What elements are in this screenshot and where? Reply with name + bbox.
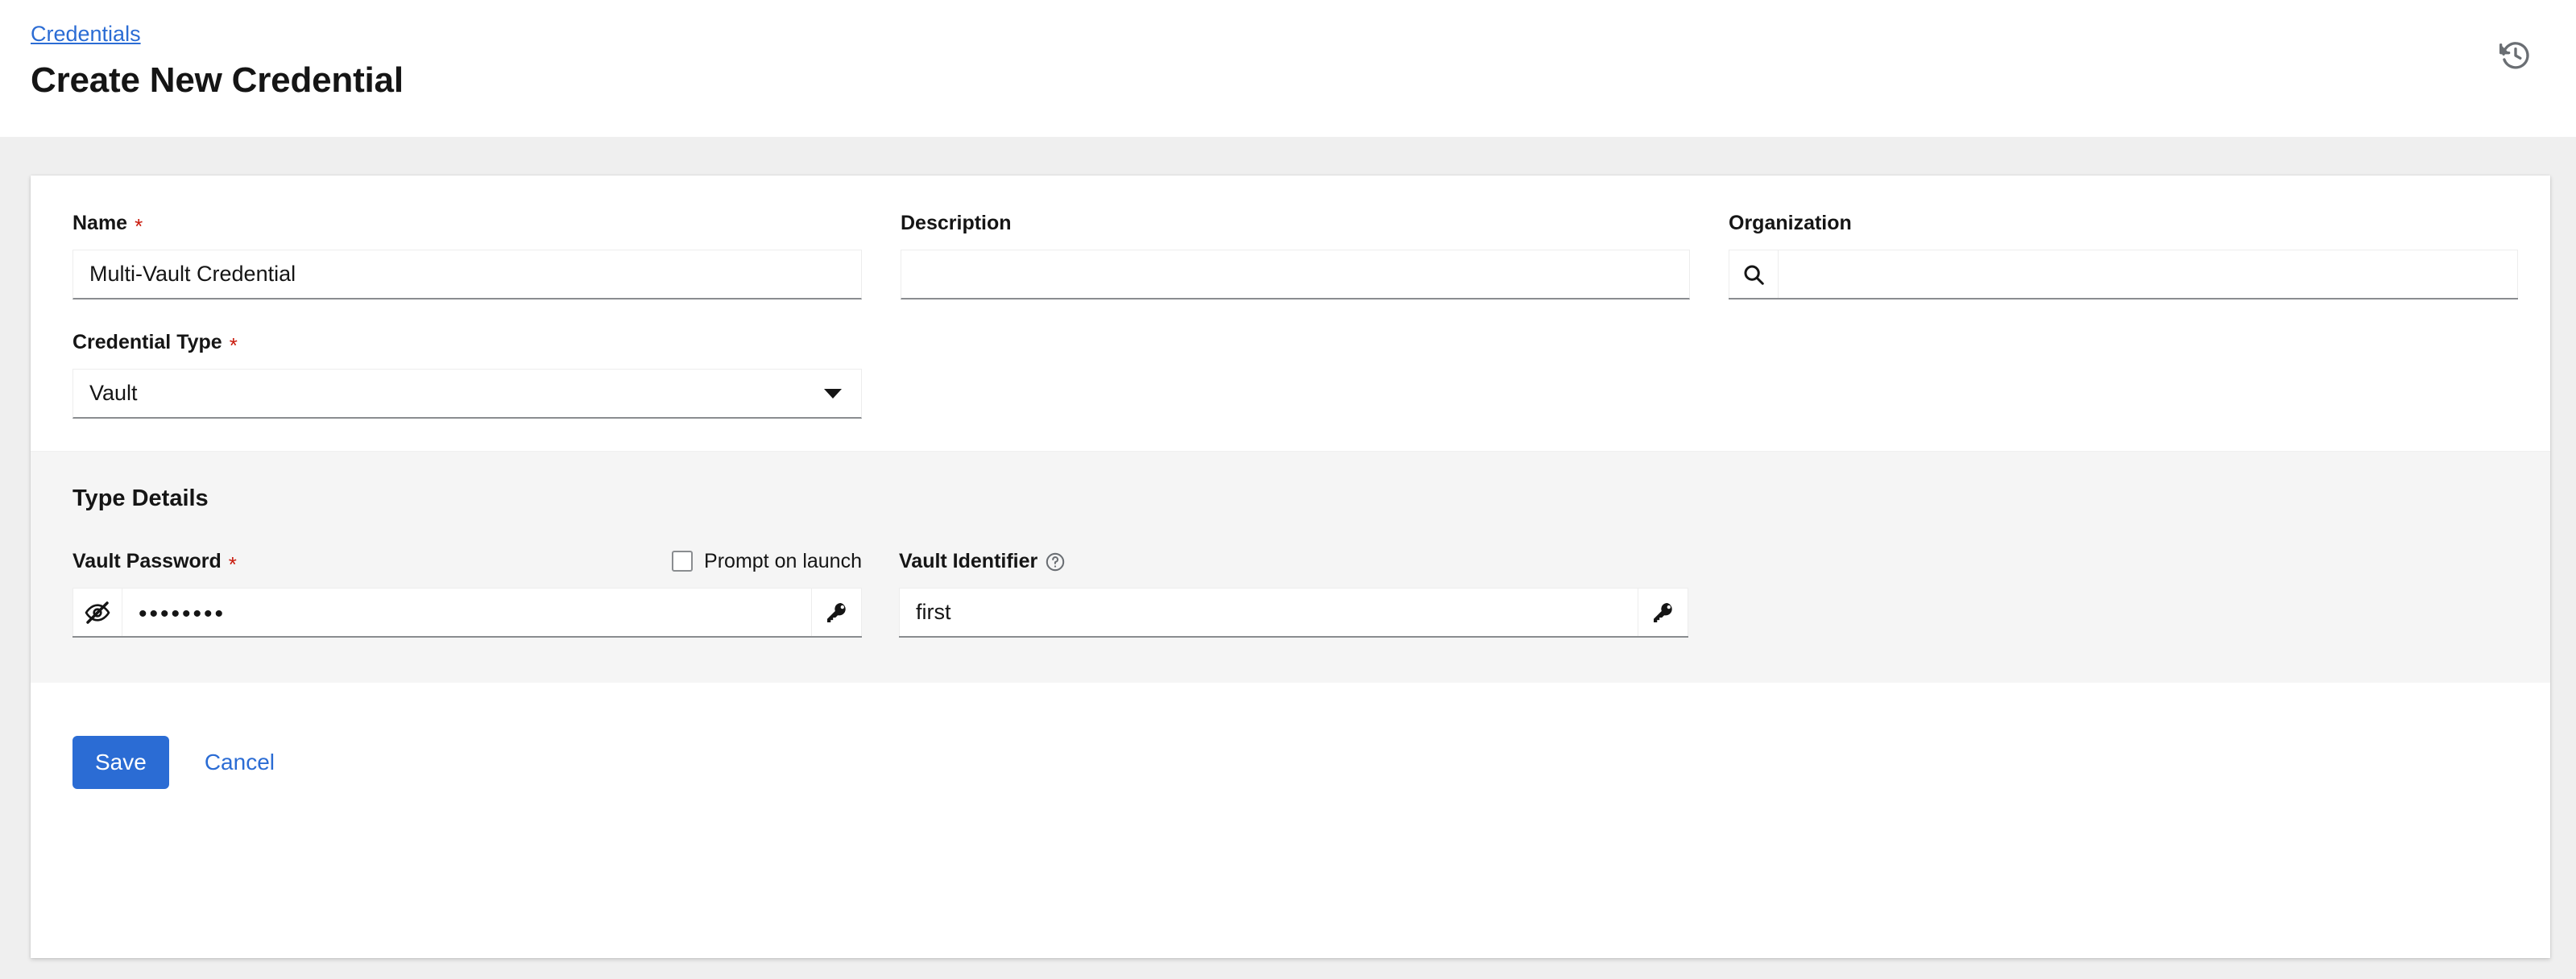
vault-password-label: Vault Password [72,551,222,572]
save-button[interactable]: Save [72,736,169,789]
prompt-on-launch-label: Prompt on launch [704,551,862,572]
field-group-organization: Organization [1729,211,2518,299]
type-details-title: Type Details [72,485,2508,512]
vault-password-value: •••••••• [139,602,226,626]
name-label-row: Name * [72,211,862,235]
field-group-name: Name * Multi-Vault Credential [72,211,862,299]
organization-input[interactable] [1779,250,2518,298]
credential-type-label-row: Credential Type * [72,330,862,354]
search-icon [1741,262,1766,287]
history-icon[interactable] [2494,34,2537,77]
credential-type-selected-value: Vault [89,381,138,406]
vault-password-input-group: •••••••• [72,588,862,638]
organization-label-row: Organization [1729,211,2518,235]
field-group-credential-type: Credential Type * Vault [72,330,862,419]
description-label: Description [901,213,1012,233]
form-action-bar: Save Cancel [31,683,2550,789]
vault-identifier-label: Vault Identifier [899,551,1037,572]
form-row-1: Name * Multi-Vault Credential Descriptio… [72,211,2508,299]
question-circle-icon[interactable] [1045,551,1066,572]
credential-type-label: Credential Type [72,333,222,353]
vault-identifier-key-button[interactable] [1638,588,1688,636]
field-group-vault-identifier: Vault Identifier [899,549,1688,638]
organization-input-group [1729,250,2518,299]
page-header: Credentials Create New Credential [0,0,2576,137]
chevron-down-icon [824,389,842,399]
vault-identifier-input-group: first [899,588,1688,638]
credential-type-select[interactable]: Vault [72,369,862,419]
prompt-on-launch-checkbox[interactable] [672,551,693,572]
type-details-panel: Type Details Vault Password * Prompt on … [31,451,2550,683]
key-icon [1650,600,1676,626]
vault-identifier-label-row: Vault Identifier [899,549,1688,573]
credential-basic-fields: Name * Multi-Vault Credential Descriptio… [31,176,2550,451]
breadcrumb-credentials[interactable]: Credentials [31,16,141,47]
name-label: Name [72,213,127,233]
vault-password-input[interactable]: •••••••• [122,588,812,636]
organization-search-button[interactable] [1729,250,1779,298]
description-label-row: Description [901,211,1690,235]
name-required-indicator: * [135,216,143,237]
eye-slash-icon [85,600,110,626]
description-input[interactable] [901,250,1690,299]
question-circle-icon-glyph [1045,551,1066,572]
cancel-button[interactable]: Cancel [187,736,292,789]
credential-form-card: Name * Multi-Vault Credential Descriptio… [31,176,2550,958]
vault-password-reveal-button[interactable] [72,588,122,636]
history-icon-glyph [2499,39,2532,72]
vault-password-label-left: Vault Password * [72,551,237,572]
prompt-on-launch-checkbox-wrap[interactable]: Prompt on launch [672,551,862,572]
field-group-vault-password: Vault Password * Prompt on launch [72,549,862,638]
name-input[interactable]: Multi-Vault Credential [72,250,862,299]
vault-identifier-label-left: Vault Identifier [899,551,1066,572]
vault-identifier-input[interactable]: first [899,588,1638,636]
field-group-description: Description [901,211,1690,299]
name-input-value: Multi-Vault Credential [89,262,296,287]
create-credential-page: Credentials Create New Credential Name * [0,0,2576,979]
organization-label: Organization [1729,213,1852,233]
type-details-row: Vault Password * Prompt on launch [72,549,2508,638]
credential-type-required-indicator: * [230,335,238,356]
vault-identifier-value: first [916,600,951,625]
vault-password-key-button[interactable] [812,588,862,636]
key-icon [824,600,850,626]
form-row-2: Credential Type * Vault [72,330,2508,419]
page-title: Create New Credential [31,58,2545,102]
vault-password-required-indicator: * [229,554,237,575]
vault-password-label-row: Vault Password * Prompt on launch [72,549,862,573]
